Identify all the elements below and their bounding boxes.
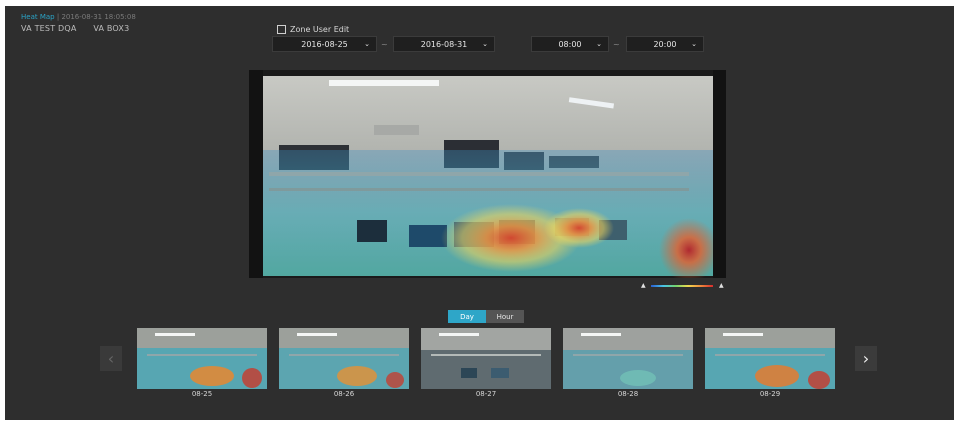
breadcrumb: Heat Map | 2016-08-31 18:05:08 [21, 13, 136, 21]
thumbnail-image [421, 328, 551, 389]
start-date-value: 2016-08-25 [301, 39, 348, 49]
thumbnail-image [137, 328, 267, 389]
start-date-select[interactable]: 2016-08-25 ⌄ [272, 36, 377, 52]
end-date-value: 2016-08-31 [420, 39, 468, 49]
thumbnail-label: 08-25 [191, 390, 213, 398]
prev-button[interactable]: ‹ [100, 346, 122, 371]
start-time-select[interactable]: 08:00 ⌄ [531, 36, 609, 52]
thumbnail[interactable] [137, 328, 267, 389]
zone-user-edit-label: Zone User Edit [290, 25, 350, 34]
chevron-down-icon: ⌄ [596, 40, 602, 48]
zone-user-edit-checkbox[interactable]: Zone User Edit [277, 25, 349, 34]
thumbnail-image [563, 328, 693, 389]
checkbox-box[interactable] [277, 25, 286, 34]
thumbnail-label: 08-29 [759, 390, 781, 398]
device-name: VA TEST DQA [21, 24, 77, 33]
timestamp: 2016-08-31 18:05:08 [61, 13, 136, 21]
thumbnail[interactable] [279, 328, 409, 389]
thumbnail-image [279, 328, 409, 389]
heatmap-viewer [249, 70, 726, 278]
chevron-down-icon: ⌄ [364, 40, 370, 48]
heatmap-image [249, 70, 726, 278]
device-list: VA TEST DQA VA BOX3 [21, 24, 143, 33]
chevron-right-icon: › [862, 349, 870, 368]
chevron-left-icon: ‹ [107, 349, 115, 368]
end-time-select[interactable]: 20:00 ⌄ [626, 36, 704, 52]
next-button[interactable]: › [855, 346, 877, 371]
thumbnail-label: 08-28 [617, 390, 639, 398]
time-range-separator: ~ [613, 40, 620, 49]
heat-legend: ▲ ▲ [641, 282, 727, 289]
tab-hour[interactable]: Hour [486, 310, 524, 323]
breadcrumb-separator: | [56, 13, 60, 21]
tab-day[interactable]: Day [448, 310, 486, 323]
thumbnail-image [705, 328, 835, 389]
thumbnail[interactable] [421, 328, 551, 389]
thumbnail[interactable] [563, 328, 693, 389]
heatmap-panel: Heat Map | 2016-08-31 18:05:08 VA TEST D… [5, 6, 954, 420]
device-name: VA BOX3 [93, 24, 130, 33]
thumbnail[interactable] [705, 328, 835, 389]
thumbnail-label: 08-26 [333, 390, 355, 398]
date-range-separator: ~ [381, 40, 388, 49]
view-mode-tabs: Day Hour [448, 310, 524, 323]
start-time-value: 08:00 [558, 39, 582, 49]
thumbnail-label: 08-27 [475, 390, 497, 398]
end-date-select[interactable]: 2016-08-31 ⌄ [393, 36, 495, 52]
app-name: Heat Map [21, 13, 55, 21]
legend-high-icon: ▲ [719, 282, 724, 289]
heat-gradient-bar [651, 285, 713, 287]
legend-low-icon: ▲ [641, 282, 646, 289]
chevron-down-icon: ⌄ [482, 40, 488, 48]
chevron-down-icon: ⌄ [691, 40, 697, 48]
end-time-value: 20:00 [653, 39, 677, 49]
